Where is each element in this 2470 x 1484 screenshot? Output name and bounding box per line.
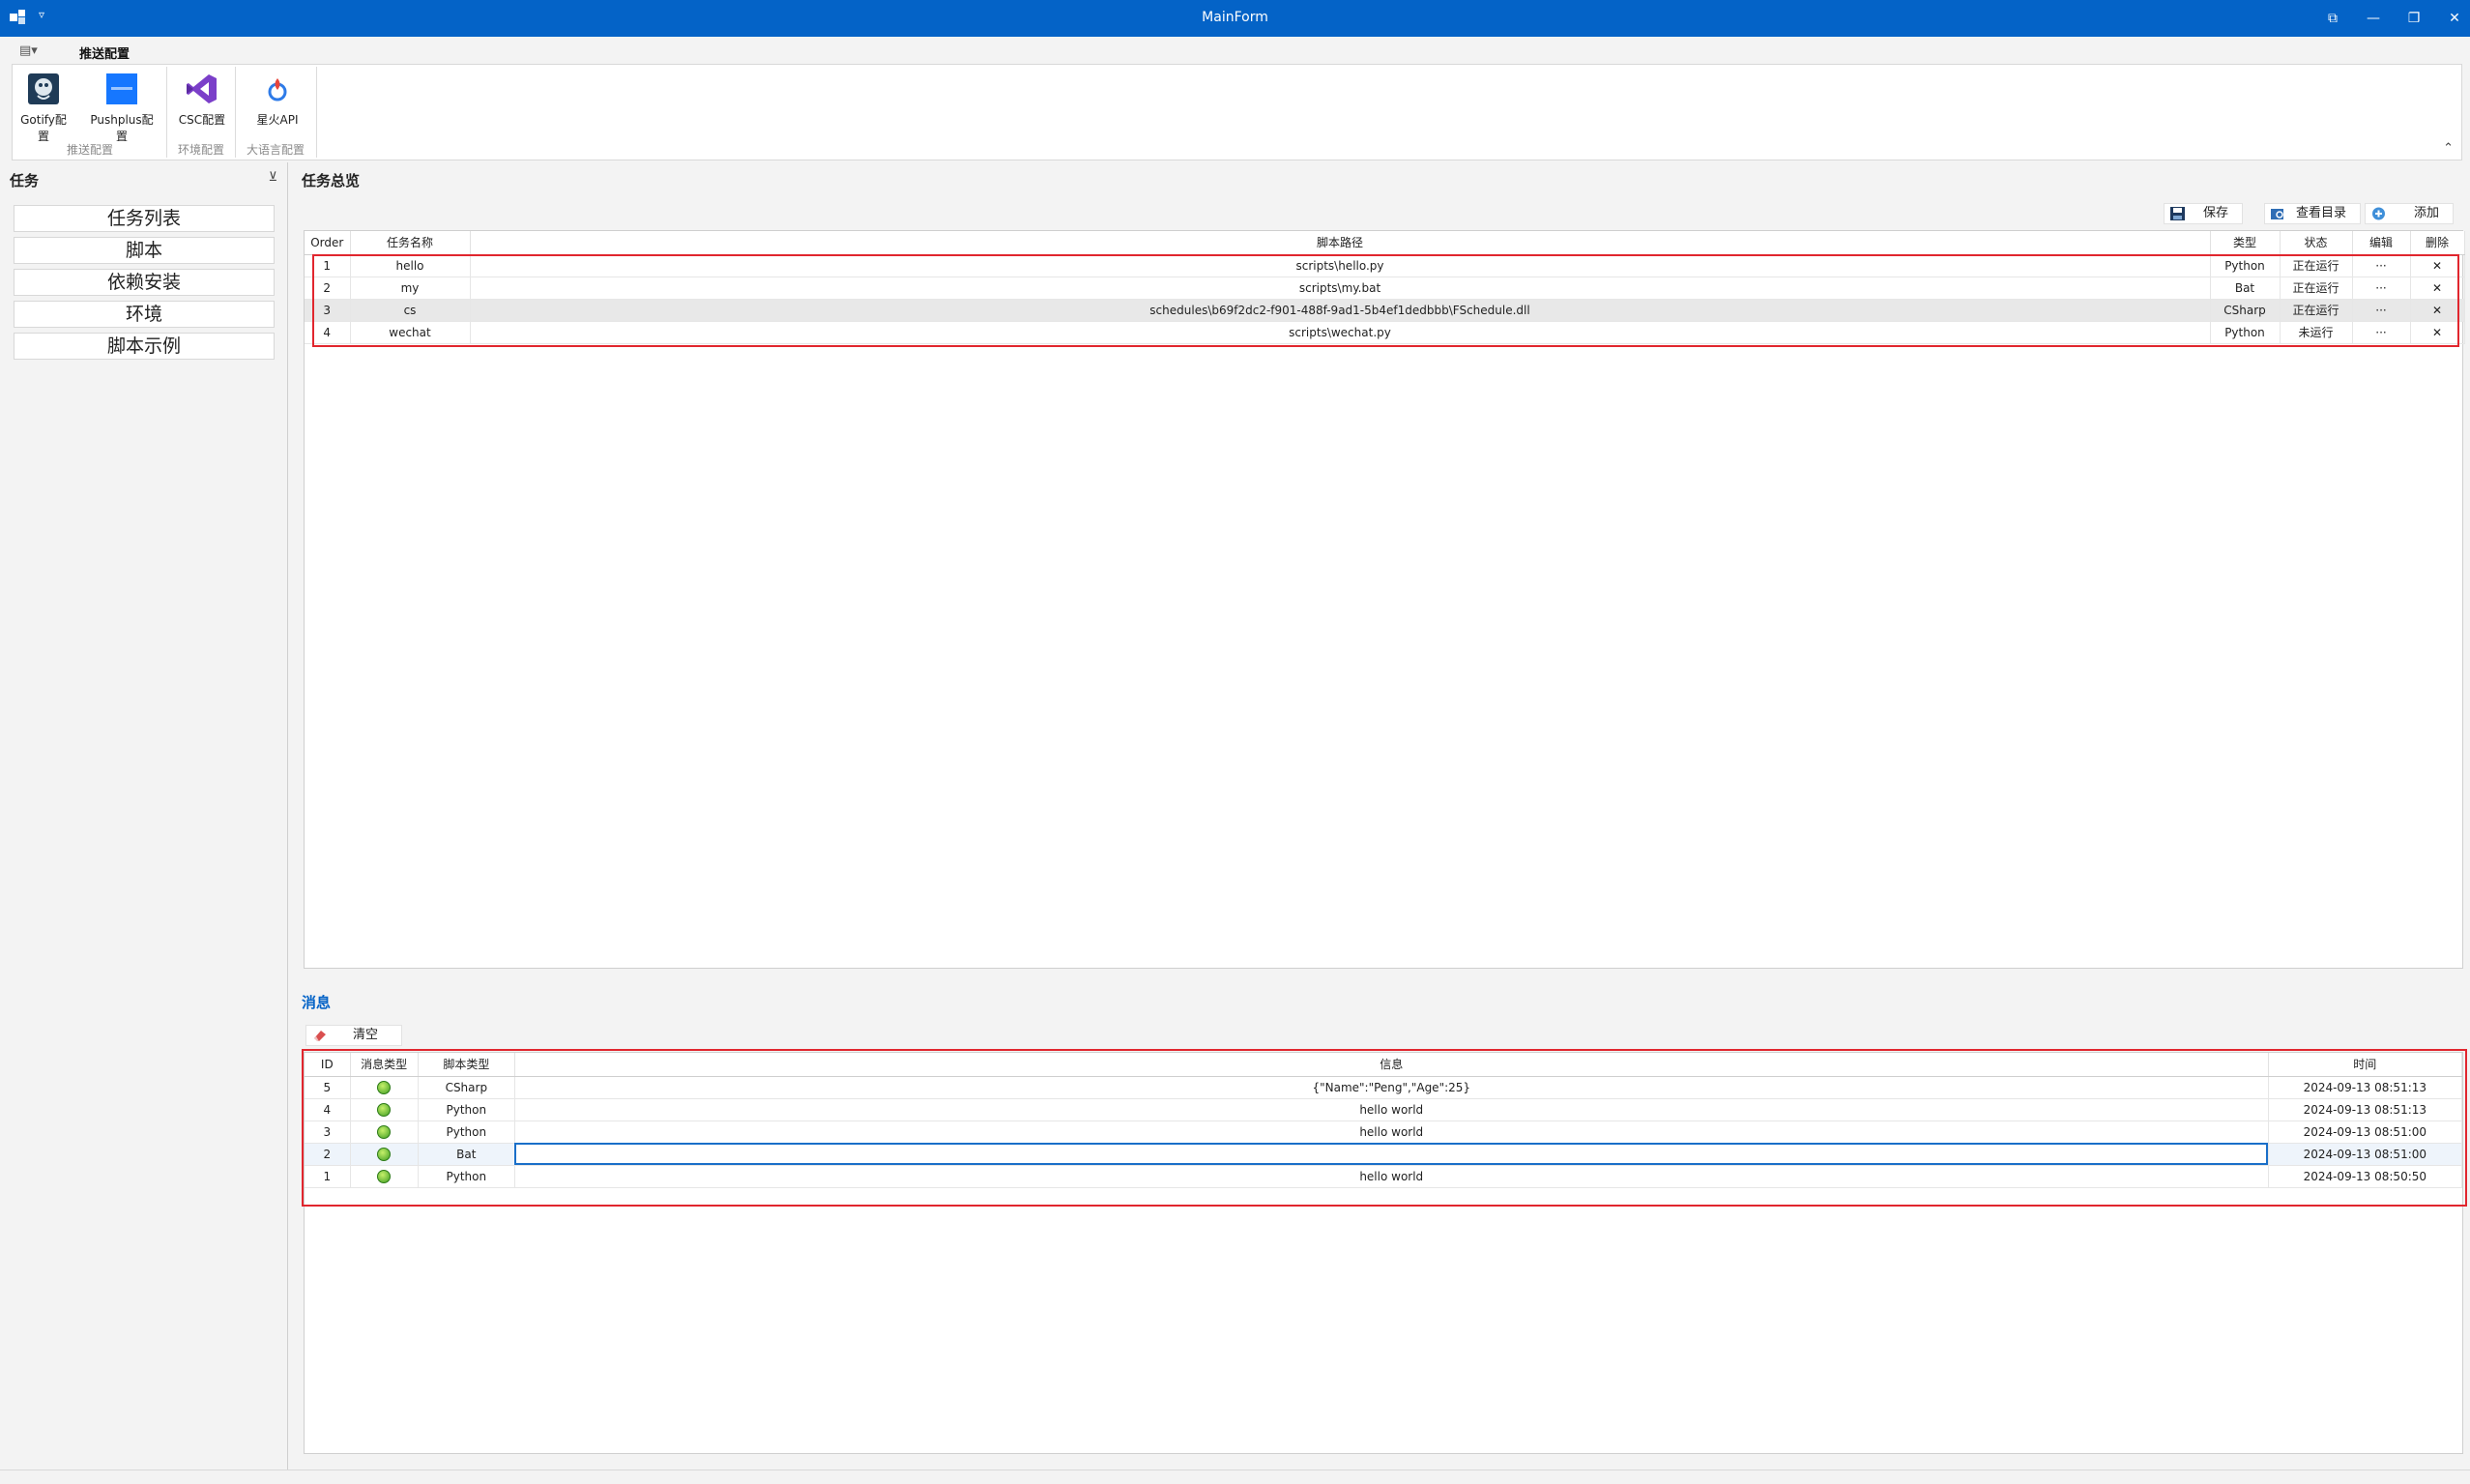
- col-script-path[interactable]: 脚本路径: [470, 231, 2211, 255]
- group-label-push: 推送配置: [66, 143, 113, 157]
- pushplus-icon: [106, 73, 137, 104]
- group-label-llm: 大语言配置: [246, 143, 305, 157]
- save-icon: [2170, 207, 2185, 220]
- col-type[interactable]: 类型: [2210, 231, 2281, 255]
- add-label: 添加: [2413, 206, 2439, 220]
- nav-dependency-install[interactable]: 依赖安装: [14, 269, 275, 296]
- task-sidebar: 任务 ⊻ 任务列表 脚本 依赖安装 环境 脚本示例: [0, 162, 288, 1469]
- group-separator: [316, 67, 317, 158]
- highlight-box: [312, 254, 2459, 347]
- maximize-button[interactable]: ❐: [2394, 6, 2434, 31]
- task-overview-panel: 任务总览 保存 查看目录 添加 Order 任务名称 脚本路径 类型 状态 编辑…: [292, 162, 2470, 982]
- nav-task-list[interactable]: 任务列表: [14, 205, 275, 232]
- col-delete[interactable]: 删除: [2410, 231, 2465, 255]
- col-order[interactable]: Order: [305, 231, 351, 255]
- restore-layout-button[interactable]: ⧉: [2312, 6, 2353, 31]
- window-title: MainForm: [1202, 10, 1268, 25]
- collapse-ribbon-icon[interactable]: ⌃: [2443, 141, 2454, 156]
- folder-search-icon: [2271, 209, 2283, 219]
- col-status[interactable]: 状态: [2280, 231, 2353, 255]
- close-button[interactable]: ✕: [2434, 6, 2470, 31]
- task-grid-header: Order 任务名称 脚本路径 类型 状态 编辑 删除: [305, 231, 2465, 255]
- highlight-box: [302, 1049, 2467, 1207]
- application-menu-icon[interactable]: ▤▾: [19, 44, 38, 58]
- col-edit[interactable]: 编辑: [2352, 231, 2411, 255]
- gotify-config-button[interactable]: Gotify配置: [20, 73, 67, 144]
- save-label: 保存: [2202, 206, 2228, 220]
- status-bar: [0, 1469, 2470, 1484]
- csc-config-button[interactable]: CSC配置: [177, 73, 227, 128]
- minimize-button[interactable]: —: [2353, 6, 2394, 31]
- spark-api-button[interactable]: 星火API: [248, 73, 306, 128]
- spark-api-label: 星火API: [256, 113, 299, 127]
- title-bar: ▿ MainForm ⧉ — ❐ ✕: [0, 0, 2470, 37]
- nav-script-examples[interactable]: 脚本示例: [14, 333, 275, 360]
- save-button[interactable]: 保存: [2164, 203, 2243, 224]
- visual-studio-icon: [187, 74, 217, 103]
- message-title: 消息: [302, 994, 332, 1011]
- add-button[interactable]: 添加: [2365, 203, 2454, 224]
- nav-scripts[interactable]: 脚本: [14, 237, 275, 264]
- pin-icon[interactable]: ⊻: [268, 170, 277, 185]
- gotify-config-label: Gotify配置: [20, 113, 67, 143]
- csc-config-label: CSC配置: [178, 113, 226, 127]
- eraser-icon: [314, 1031, 326, 1041]
- sidebar-title: 任务: [10, 172, 40, 189]
- ribbon-tab-bar: ▤▾ 推送配置: [0, 37, 2470, 67]
- spark-icon: [268, 78, 287, 102]
- pushplus-config-button[interactable]: Pushplus配置: [86, 73, 158, 144]
- view-directory-label: 查看目录: [2295, 206, 2346, 220]
- message-panel: 消息 清空 ID 消息类型 脚本类型 信息 时间 5 CSharp {"Name…: [292, 984, 2470, 1469]
- add-icon: [2372, 207, 2385, 220]
- clear-label: 清空: [352, 1028, 378, 1042]
- gotify-icon: [28, 73, 59, 104]
- pushplus-config-label: Pushplus配置: [90, 113, 154, 143]
- task-overview-title: 任务总览: [302, 172, 361, 189]
- view-directory-button[interactable]: 查看目录: [2264, 203, 2361, 224]
- col-task-name[interactable]: 任务名称: [350, 231, 471, 255]
- group-label-env: 环境配置: [177, 143, 224, 157]
- ribbon-panel: Gotify配置 Pushplus配置 CSC配置 星火API 推送配置 环境配…: [12, 64, 2462, 160]
- clear-button[interactable]: 清空: [305, 1025, 402, 1046]
- nav-environment[interactable]: 环境: [14, 301, 275, 328]
